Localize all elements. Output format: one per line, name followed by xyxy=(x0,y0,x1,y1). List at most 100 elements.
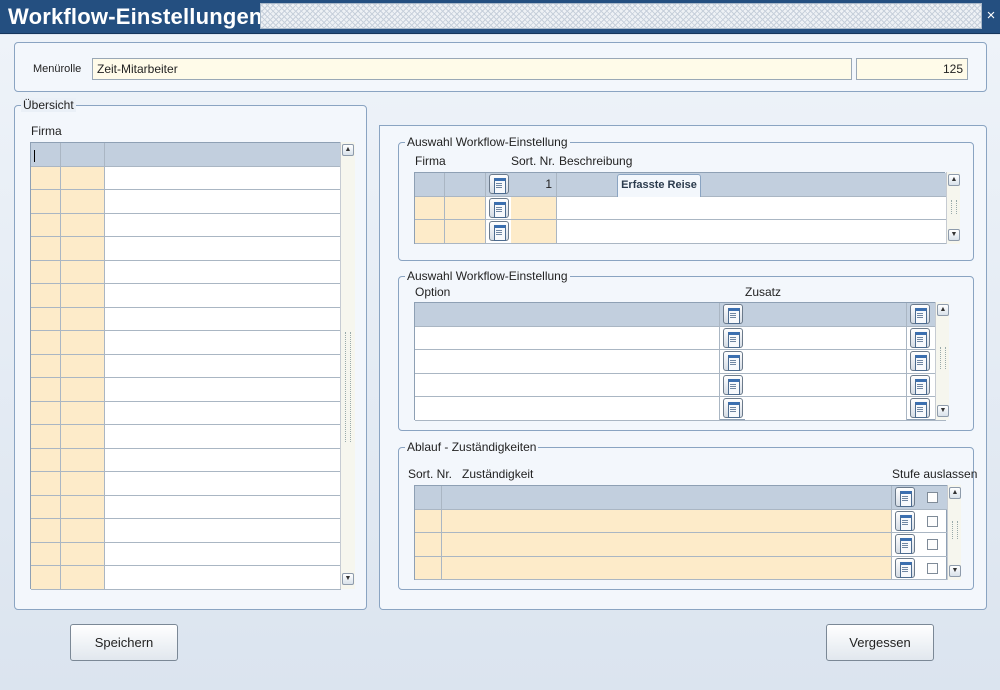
key-cell[interactable] xyxy=(31,166,61,189)
key-cell[interactable] xyxy=(31,448,61,471)
option-cell[interactable] xyxy=(415,303,720,326)
table-row[interactable] xyxy=(31,237,341,261)
table-row[interactable] xyxy=(415,556,948,580)
key-cell[interactable] xyxy=(61,401,105,424)
menurolle-number-field[interactable]: 125 xyxy=(856,58,968,80)
name-cell[interactable] xyxy=(105,213,340,236)
scroll-up-icon[interactable]: ▲ xyxy=(937,304,949,316)
menurolle-field[interactable]: Zeit-Mitarbeiter xyxy=(92,58,852,80)
sort-cell[interactable] xyxy=(511,220,557,243)
scroll-grip[interactable] xyxy=(952,521,958,539)
table-row[interactable] xyxy=(31,542,341,566)
key-cell[interactable] xyxy=(31,378,61,401)
responsibility-cell[interactable] xyxy=(442,533,892,556)
key-cell[interactable] xyxy=(31,472,61,495)
key-cell[interactable] xyxy=(61,166,105,189)
table-row[interactable] xyxy=(415,326,946,350)
table-row[interactable] xyxy=(415,220,946,244)
scroll-down-icon[interactable]: ▼ xyxy=(948,229,960,241)
key-cell[interactable] xyxy=(31,354,61,377)
option-cell[interactable] xyxy=(415,350,720,373)
name-cell[interactable] xyxy=(105,260,340,283)
option-cell[interactable] xyxy=(415,326,720,349)
name-cell[interactable] xyxy=(105,354,340,377)
key-cell[interactable] xyxy=(61,237,105,260)
key-cell[interactable] xyxy=(61,448,105,471)
table-row[interactable] xyxy=(31,213,341,237)
sort-cell[interactable] xyxy=(415,486,442,509)
firma-code-cell[interactable] xyxy=(445,220,486,243)
key-cell[interactable] xyxy=(61,495,105,518)
list-of-values-icon[interactable] xyxy=(910,304,930,324)
name-cell[interactable] xyxy=(105,378,340,401)
section2-scrollbar[interactable]: ▲ ▼ xyxy=(935,302,949,420)
table-row[interactable] xyxy=(31,378,341,402)
scroll-down-icon[interactable]: ▼ xyxy=(937,405,949,417)
key-cell[interactable] xyxy=(31,331,61,354)
list-of-values-icon[interactable] xyxy=(910,327,930,348)
sort-cell[interactable] xyxy=(415,509,442,532)
list-of-values-icon[interactable] xyxy=(895,487,915,507)
table-row[interactable] xyxy=(415,509,948,533)
list-of-values-icon[interactable] xyxy=(489,197,509,218)
name-cell[interactable] xyxy=(105,472,340,495)
section3-scrollbar[interactable]: ▲ ▼ xyxy=(947,485,961,580)
responsibility-cell[interactable] xyxy=(442,556,892,579)
scroll-up-icon[interactable]: ▲ xyxy=(342,144,354,156)
name-cell[interactable] xyxy=(105,166,340,189)
scroll-grip[interactable] xyxy=(951,200,957,214)
key-cell[interactable] xyxy=(61,284,105,307)
key-cell[interactable] xyxy=(31,566,61,589)
key-cell[interactable] xyxy=(61,425,105,448)
scroll-grip[interactable] xyxy=(940,347,946,369)
tab-4[interactable]: Erfasste Reise xyxy=(617,174,701,197)
description-cell[interactable] xyxy=(557,173,946,196)
key-cell[interactable] xyxy=(31,237,61,260)
key-cell[interactable] xyxy=(61,542,105,565)
sort-cell[interactable] xyxy=(415,556,442,579)
list-of-values-icon[interactable] xyxy=(895,510,915,531)
table-row[interactable] xyxy=(415,373,946,397)
key-cell[interactable] xyxy=(31,425,61,448)
skip-level-checkbox[interactable] xyxy=(927,492,938,503)
key-cell[interactable] xyxy=(31,284,61,307)
table-row[interactable] xyxy=(31,448,341,472)
key-cell[interactable] xyxy=(61,213,105,236)
table-row[interactable] xyxy=(415,350,946,374)
table-row[interactable] xyxy=(31,331,341,355)
table-row[interactable] xyxy=(31,166,341,190)
name-cell[interactable] xyxy=(105,542,340,565)
name-cell[interactable] xyxy=(105,495,340,518)
zusatz-cell[interactable] xyxy=(745,303,907,326)
key-cell[interactable] xyxy=(61,354,105,377)
description-cell[interactable] xyxy=(557,220,946,243)
zusatz-cell[interactable] xyxy=(745,397,907,420)
table-row[interactable] xyxy=(31,425,341,449)
scroll-up-icon[interactable]: ▲ xyxy=(948,174,960,186)
firma-cell[interactable] xyxy=(415,173,445,196)
section1-scrollbar[interactable]: ▲ ▼ xyxy=(946,172,960,244)
key-cell[interactable] xyxy=(61,307,105,330)
close-icon[interactable]: × xyxy=(984,6,998,26)
name-cell[interactable] xyxy=(105,448,340,471)
table-row[interactable] xyxy=(415,533,948,557)
list-of-values-icon[interactable] xyxy=(489,174,509,194)
key-cell[interactable] xyxy=(61,519,105,542)
key-cell[interactable] xyxy=(61,260,105,283)
name-cell[interactable] xyxy=(105,190,340,213)
responsibility-cell[interactable] xyxy=(442,486,892,509)
scroll-up-icon[interactable]: ▲ xyxy=(949,487,961,499)
key-cell[interactable] xyxy=(31,495,61,518)
skip-level-checkbox[interactable] xyxy=(927,562,938,574)
title-drag-area[interactable] xyxy=(260,3,982,29)
key-cell[interactable] xyxy=(61,331,105,354)
key-cell[interactable] xyxy=(31,307,61,330)
table-row[interactable] xyxy=(31,284,341,308)
list-of-values-icon[interactable] xyxy=(910,351,930,371)
sort-cell[interactable] xyxy=(415,533,442,556)
sort-cell[interactable] xyxy=(511,196,557,219)
option-cell[interactable] xyxy=(415,373,720,396)
table-row[interactable] xyxy=(31,401,341,425)
list-of-values-icon[interactable] xyxy=(895,534,915,554)
name-cell[interactable] xyxy=(105,401,340,424)
